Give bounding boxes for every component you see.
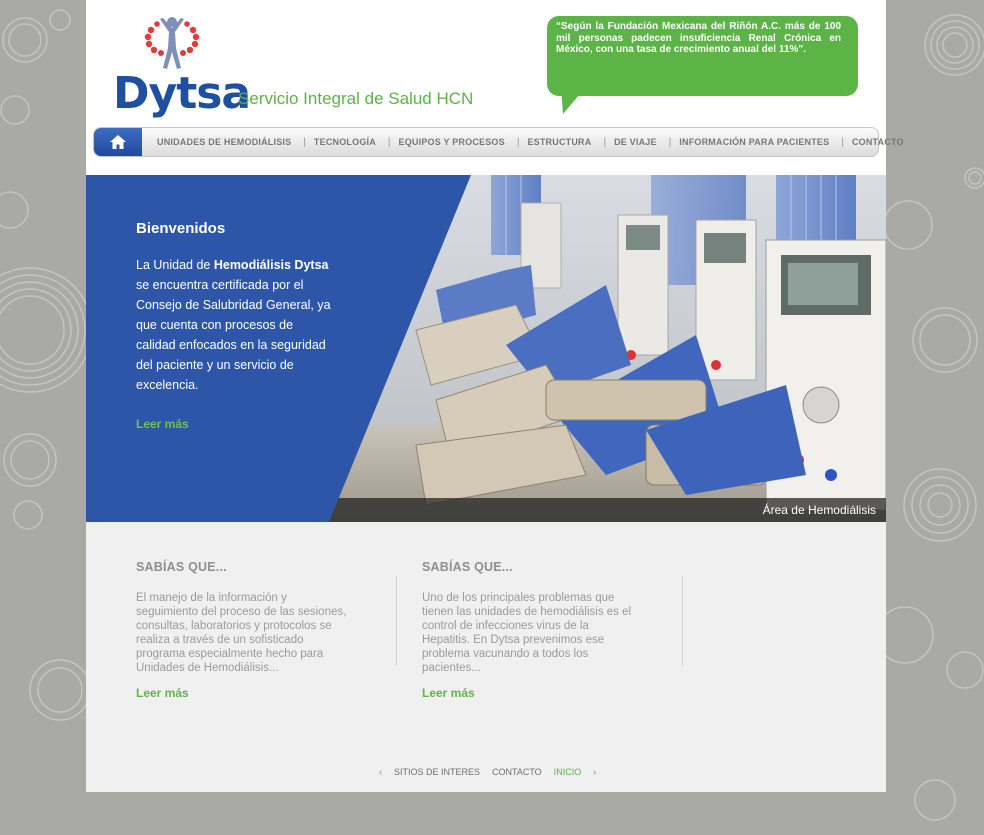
nav-separator: | [603,136,607,148]
home-button[interactable] [94,128,142,156]
nav-item-estructura[interactable]: ESTRUCTURA [527,137,591,147]
hero-banner: Área de Hemodiálisis Bienvenidos La Unid… [86,175,886,522]
hero-text-pre: La Unidad de [136,258,214,272]
hero-title: Bienvenidos [136,220,226,237]
footer-nav: ‹ SITIOS DE INTERES CONTACTO INICIO › [379,767,608,777]
nav-separator: | [668,136,672,148]
fact-title: SABÍAS QUE... [136,560,227,574]
quote-text: “Según la Fundación Mexicana del Riñón A… [556,21,841,55]
nav-item-unidades-de-hemodialisis[interactable]: UNIDADES DE HEMODIÁLISIS [157,137,291,147]
column-divider [682,576,683,666]
fact-text: El manejo de la información y seguimient… [136,592,347,674]
nav-separator: | [516,136,520,148]
nav-item-contacto[interactable]: CONTACTO [852,137,904,147]
content-section: SABÍAS QUE... El manejo de la informació… [86,522,886,792]
footer-link-sitios-de-interes[interactable]: SITIOS DE INTERES [394,767,480,777]
logo-wordmark: Dytsa [113,68,251,119]
fact-2-read-more-link[interactable]: Leer más [422,686,475,700]
nav-item-informacion-para-pacientes[interactable]: INFORMACIÓN PARA PACIENTES [679,137,829,147]
page-container: Dytsa Servicio Integral de Salud HCN “Se… [86,0,904,792]
nav-item-tecnologia[interactable]: TECNOLOGÍA [314,137,376,147]
fact-text: Uno de los principales problemas que tie… [422,592,632,674]
nav-items: UNIDADES DE HEMODIÁLISIS | TECNOLOGÍA | … [152,128,904,156]
footer-link-inicio[interactable]: INICIO [554,767,582,777]
footer-prev-arrow[interactable]: ‹ [379,767,382,777]
logo-tagline: Servicio Integral de Salud HCN [238,89,474,108]
nav-separator: | [303,136,306,148]
logo-figure-icon [144,17,200,69]
hero-read-more-link[interactable]: Leer más [136,417,189,431]
nav-separator: | [841,136,844,148]
fact-column-2: SABÍAS QUE... Uno de los principales pro… [422,560,637,675]
nav-separator: | [387,136,391,148]
fact-1-read-more-link[interactable]: Leer más [136,686,189,700]
nav-item-de-viaje[interactable]: DE VIAJE [614,137,657,147]
home-icon [110,135,126,149]
hero-text-bold: Hemodiálisis Dytsa [213,258,329,272]
column-divider [396,576,397,666]
footer-link-contacto[interactable]: CONTACTO [492,767,542,777]
fact-column-1: SABÍAS QUE... El manejo de la informació… [136,560,351,675]
hero-text: La Unidad de Hemodiálisis Dytsa se encue… [136,255,336,395]
logo[interactable]: Dytsa Servicio Integral de Salud HCN [111,12,474,116]
hero-text-post: se encuentra certificada por el Consejo … [136,278,331,392]
speech-bubble-tail-icon [561,88,585,114]
nav-item-equipos-y-procesos[interactable]: EQUIPOS Y PROCESOS [399,137,505,147]
main-nav: UNIDADES DE HEMODIÁLISIS | TECNOLOGÍA | … [93,127,904,157]
footer-next-arrow[interactable]: › [593,767,596,777]
fact-title: SABÍAS QUE... [422,560,513,574]
